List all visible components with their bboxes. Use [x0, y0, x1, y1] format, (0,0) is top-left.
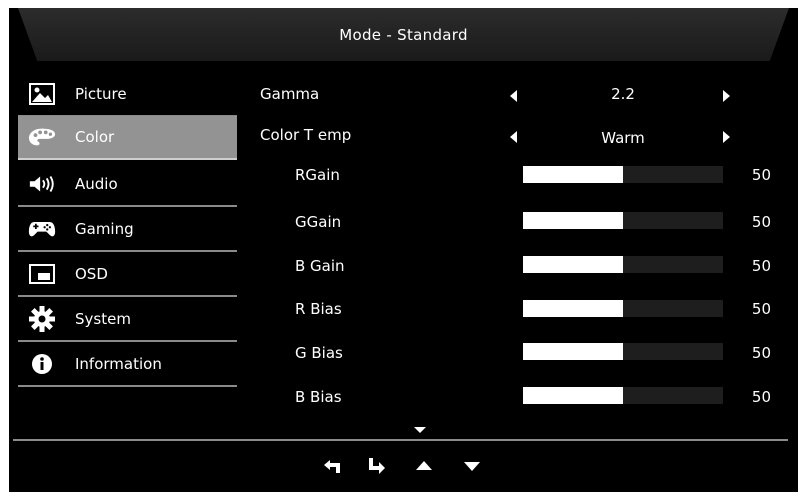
sidebar-item-label: Information	[75, 355, 162, 373]
slider-fill	[523, 387, 623, 404]
sidebar-item-label: OSD	[75, 265, 108, 283]
header-bar: Mode - Standard	[18, 8, 789, 61]
b-gain-value: 50	[751, 257, 771, 275]
sidebar-item-information[interactable]: Information	[18, 343, 237, 387]
slider-fill	[523, 256, 623, 273]
slider-fill	[523, 300, 623, 317]
sidebar-item-label: Gaming	[75, 220, 134, 238]
footer-divider	[13, 439, 788, 441]
osd-icon	[28, 262, 56, 286]
sidebar-item-picture[interactable]: Picture	[18, 73, 237, 117]
b-bias-slider[interactable]	[523, 387, 723, 404]
color-temp-next-arrow-icon[interactable]	[723, 131, 730, 143]
g-bias-label: G Bias	[295, 344, 343, 362]
r-gain-slider[interactable]	[523, 166, 723, 183]
sidebar-item-label: Audio	[75, 175, 118, 193]
palette-icon	[28, 125, 56, 149]
gamepad-icon	[28, 217, 56, 241]
osd-menu: Mode - Standard Picture Color Audio Gami…	[9, 8, 798, 492]
color-temp-prev-arrow-icon[interactable]	[510, 131, 517, 143]
g-bias-value: 50	[751, 344, 771, 362]
more-down-arrow-icon	[414, 427, 426, 433]
mode-title: Mode - Standard	[339, 25, 468, 44]
g-gain-slider[interactable]	[523, 212, 723, 229]
gamma-value: 2.2	[611, 85, 635, 103]
g-gain-value: 50	[751, 213, 771, 231]
sidebar-item-color[interactable]: Color	[18, 116, 237, 160]
sidebar-item-label: Color	[75, 128, 115, 146]
g-bias-slider[interactable]	[523, 343, 723, 360]
r-bias-value: 50	[751, 300, 771, 318]
info-icon	[28, 352, 56, 376]
b-bias-label: B Bias	[295, 388, 342, 406]
b-gain-label: B Gain	[295, 257, 345, 275]
sidebar-item-system[interactable]: System	[18, 298, 237, 342]
slider-fill	[523, 166, 623, 183]
color-temp-label: Color T emp	[260, 126, 352, 144]
picture-icon	[28, 82, 56, 106]
sidebar-item-audio[interactable]: Audio	[18, 163, 237, 207]
sidebar-item-osd[interactable]: OSD	[18, 253, 237, 297]
gamma-next-arrow-icon[interactable]	[723, 90, 730, 102]
g-gain-label: GGain	[295, 213, 342, 231]
r-bias-label: R Bias	[295, 300, 342, 318]
back-icon[interactable]	[321, 456, 343, 476]
b-gain-slider[interactable]	[523, 256, 723, 273]
sidebar-item-label: Picture	[75, 85, 127, 103]
r-bias-slider[interactable]	[523, 300, 723, 317]
gear-icon	[28, 306, 56, 332]
r-gain-value: 50	[751, 166, 771, 184]
speaker-icon	[28, 172, 56, 196]
gamma-label: Gamma	[260, 85, 320, 103]
sidebar-item-label: System	[75, 310, 131, 328]
up-icon[interactable]	[413, 456, 435, 476]
gamma-prev-arrow-icon[interactable]	[510, 90, 517, 102]
sidebar-item-gaming[interactable]: Gaming	[18, 208, 237, 252]
r-gain-label: RGain	[295, 166, 340, 184]
down-icon[interactable]	[461, 456, 483, 476]
color-temp-value: Warm	[601, 129, 645, 147]
slider-fill	[523, 212, 623, 229]
slider-fill	[523, 343, 623, 360]
b-bias-value: 50	[751, 388, 771, 406]
enter-icon[interactable]	[366, 456, 388, 476]
